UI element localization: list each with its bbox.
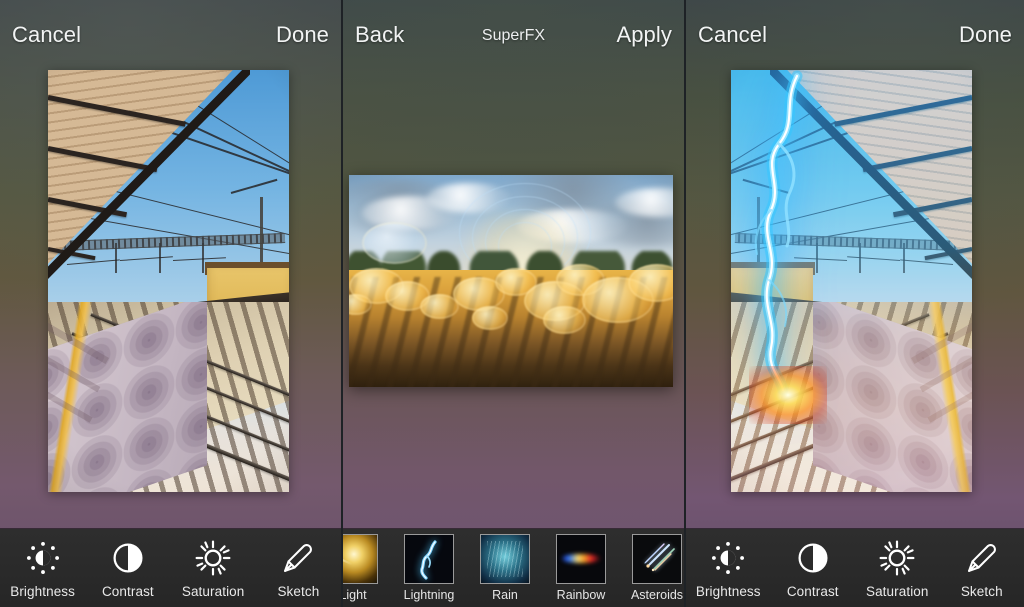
effect-label: Light (343, 588, 367, 602)
photo-original (48, 70, 289, 492)
saturation-icon (192, 537, 234, 579)
header-bar: Cancel Done (0, 0, 341, 72)
effect-label: Rain (492, 588, 518, 602)
photo-effect-preview (349, 175, 673, 387)
tool-brightness[interactable]: Brightness (686, 529, 771, 607)
photo-canvas[interactable] (48, 70, 289, 492)
pencil-icon (277, 537, 319, 579)
tool-label: Brightness (695, 584, 761, 599)
asteroids-thumb-icon (632, 534, 682, 584)
cancel-button[interactable]: Cancel (12, 22, 81, 48)
effects-strip[interactable]: Light Lightning (343, 529, 684, 607)
effect-item-lightning[interactable]: Lightning (403, 534, 455, 602)
contrast-icon (107, 537, 149, 579)
done-button[interactable]: Done (276, 22, 329, 48)
station-photo-mirrored (731, 70, 972, 492)
tool-label: Contrast (786, 584, 839, 599)
effects-track: Light Lightning (343, 529, 684, 607)
effect-preview[interactable] (349, 175, 673, 387)
pencil-icon (961, 537, 1003, 579)
panel-editor-result: Cancel Done Brightness Contrast Saturati… (686, 0, 1024, 607)
tool-label: Saturation (865, 584, 929, 599)
brightness-icon (22, 537, 64, 579)
cancel-button[interactable]: Cancel (698, 22, 767, 48)
tool-sketch[interactable]: Sketch (940, 529, 1024, 607)
tool-label: Sketch (960, 584, 1003, 599)
photo-canvas[interactable] (731, 70, 972, 492)
tool-contrast[interactable]: Contrast (85, 529, 170, 607)
tool-sketch[interactable]: Sketch (256, 529, 341, 607)
panel-editor-original: Cancel Done Brightness Contrast Saturati… (0, 0, 341, 607)
effect-item-rainbow[interactable]: Rainbow (555, 534, 607, 602)
apply-button[interactable]: Apply (616, 22, 672, 48)
tool-brightness[interactable]: Brightness (0, 529, 85, 607)
field-photo (349, 175, 673, 387)
panel-superfx: Back SuperFX Apply ight Lightning Rain R… (343, 0, 684, 607)
effect-item-rain[interactable]: Rain (479, 534, 531, 602)
rain-thumb-icon (480, 534, 530, 584)
panel-divider-1 (341, 0, 343, 607)
effect-item-asteroids[interactable]: Asteroids (631, 534, 683, 602)
done-button[interactable]: Done (959, 22, 1012, 48)
effect-label: Asteroids (630, 588, 684, 602)
app-root: Cancel Done Brightness Contrast Saturati… (0, 0, 1024, 607)
light-thumb-icon (343, 534, 378, 584)
contrast-icon (792, 537, 834, 579)
adjust-toolbar: Brightness Contrast Saturation Sketch (686, 529, 1024, 607)
saturation-icon (876, 537, 918, 579)
tool-label: Saturation (181, 584, 245, 599)
panel-divider-2 (684, 0, 686, 607)
tool-label: Contrast (101, 584, 154, 599)
tool-label: Sketch (277, 584, 320, 599)
header-bar: Cancel Done (686, 0, 1024, 72)
header-bar: Back SuperFX Apply (343, 0, 684, 72)
effect-item-light[interactable]: Light (343, 534, 379, 602)
brightness-icon (707, 537, 749, 579)
tool-label: Brightness (10, 584, 76, 599)
lightning-thumb-icon (404, 534, 454, 584)
effect-label: Lightning (403, 588, 455, 602)
tool-saturation[interactable]: Saturation (855, 529, 940, 607)
tool-contrast[interactable]: Contrast (771, 529, 856, 607)
effect-label: Rainbow (556, 588, 606, 602)
tool-saturation[interactable]: Saturation (171, 529, 256, 607)
station-photo (48, 70, 289, 492)
rainbow-thumb-icon (556, 534, 606, 584)
adjust-toolbar: Brightness Contrast Saturation Sketch (0, 529, 341, 607)
photo-edited (731, 70, 972, 492)
